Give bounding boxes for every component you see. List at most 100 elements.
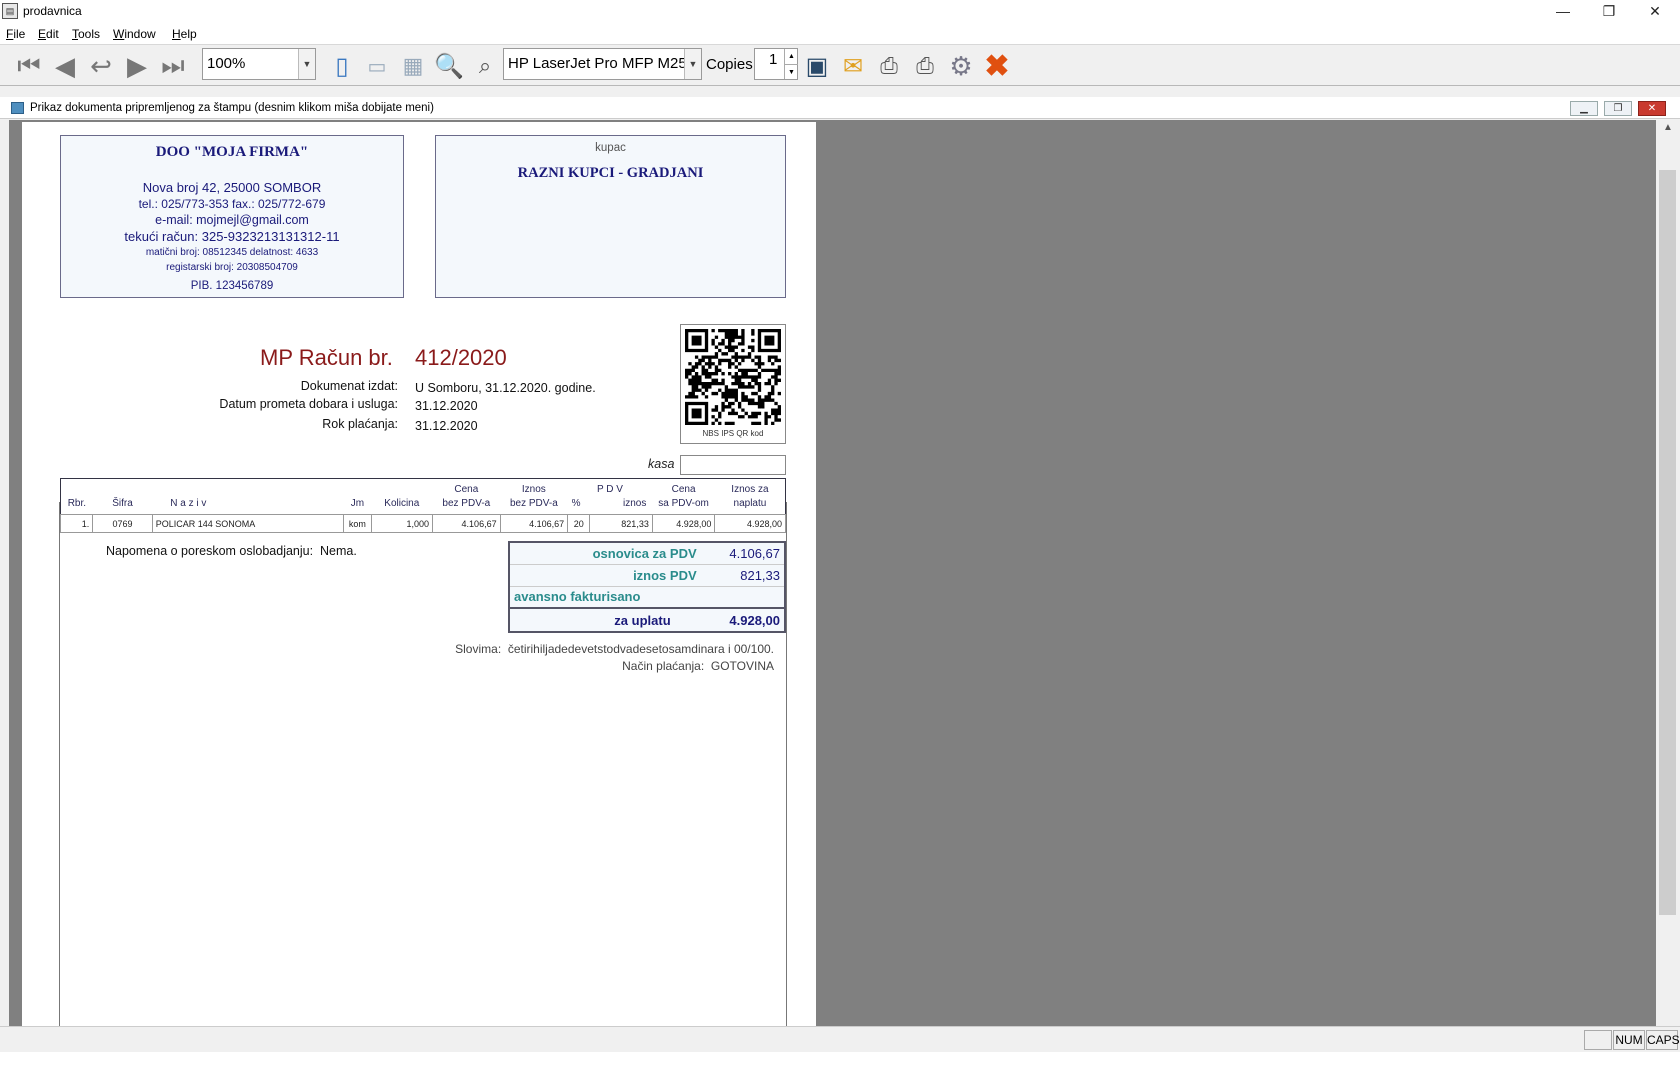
email-icon[interactable]: ✉ — [836, 49, 870, 83]
qr-code-icon — [685, 329, 781, 425]
cell-naziv: POLICAR 144 SONOMA — [151, 514, 345, 533]
kasa-label: kasa — [648, 457, 675, 471]
pdv-amount-value: 821,33 — [700, 564, 785, 587]
items-table: Rbr. Šifra N a z i v Jm Kolicina Cena bez… — [59, 478, 786, 533]
col-sifra: Šifra — [112, 498, 133, 509]
turnover-label: Datum prometa dobara i usluga: — [219, 397, 398, 411]
zoom-value: 100% — [207, 55, 246, 72]
zoom-icon[interactable]: 🔍 — [432, 49, 466, 83]
avans-label: avansno fakturisano — [509, 586, 701, 609]
col-pdv-iznos: iznos — [622, 498, 647, 509]
bottom-strip — [0, 1052, 1680, 1078]
document-icon — [11, 102, 24, 114]
single-page-icon[interactable]: ▯ — [325, 49, 359, 83]
next-page-icon[interactable]: ▶ — [120, 49, 154, 83]
mdi-minimize-button[interactable]: ▁ — [1570, 101, 1598, 116]
restore-button[interactable]: ❐ — [1586, 0, 1632, 24]
close-icon[interactable]: ✖ — [980, 49, 1014, 83]
due-label: Rok plaćanja: — [322, 417, 398, 431]
menu-tools[interactable]: Tools — [72, 27, 100, 41]
seller-pib: PIB. 123456789 — [190, 280, 274, 292]
copies-stepper[interactable]: 1 ▲ ▼ — [754, 48, 798, 80]
page-right-rule — [786, 502, 787, 1026]
app-icon: ▤ — [2, 3, 18, 19]
four-pages-icon[interactable]: ▦ — [396, 49, 430, 83]
copies-value: 1 — [769, 51, 778, 68]
menu-window[interactable]: Window — [113, 27, 156, 41]
invoice-number: 412/2020 — [415, 345, 507, 370]
cell-kolicina: 1,000 — [370, 514, 434, 533]
qr-caption: NBS IPS QR kod — [702, 429, 764, 438]
seller-account: tekući račun: 325-9323213131312-11 — [124, 229, 340, 244]
osnovica-label: osnovica za PDV — [509, 542, 701, 565]
print-setup-icon[interactable]: ⎙ — [872, 49, 906, 83]
two-pages-icon[interactable]: ▭ — [360, 49, 394, 83]
col-pdv-title: P D V — [597, 484, 623, 495]
mdi-close-button[interactable]: ✕ — [1638, 101, 1666, 116]
save-icon[interactable]: ▣ — [800, 49, 834, 83]
left-border — [0, 120, 9, 1026]
qr-finder-2 — [685, 401, 709, 425]
col-jm: Jm — [350, 498, 365, 509]
zoom-select[interactable]: 100% ▼ — [202, 48, 316, 80]
copies-label: Copies — [706, 56, 753, 73]
totals-box: osnovica za PDV 4.106,67 iznos PDV 821,33 … — [508, 541, 786, 633]
col-naplata-line1: Iznos za — [731, 484, 769, 495]
uplata-value: 4.928,00 — [700, 608, 785, 633]
osnovica-value: 4.106,67 — [700, 542, 785, 565]
cell-pdv-iznos: 821,33 — [589, 514, 653, 533]
page-left-rule — [59, 502, 60, 1026]
close-button[interactable]: ✕ — [1632, 0, 1678, 24]
kasa-field — [680, 455, 786, 475]
menu-file[interactable]: File — [6, 27, 25, 41]
document-window-title-bar: Prikaz dokumenta pripremljenog za štampu… — [0, 97, 1680, 119]
col-iznos-line1: Iznos — [521, 484, 546, 495]
mdi-restore-button[interactable]: ❐ — [1604, 101, 1632, 116]
last-page-icon[interactable]: ⏭ — [156, 49, 190, 83]
col-naplata-line2: naplatu — [733, 498, 767, 509]
col-kolicina: Kolicina — [384, 498, 420, 509]
seller-ids: matični broj: 08512345 delatnost: 4633 — [145, 247, 319, 258]
printer-select[interactable]: HP LaserJet Pro MFP M25- ▼ — [503, 48, 702, 80]
seller-box: DOO "MOJA FIRMA" Nova broj 42, 25000 SOM… — [60, 135, 404, 298]
nacin-label: Način plaćanja: — [622, 659, 705, 673]
chevron-down-icon: ▼ — [298, 49, 315, 79]
print-icon[interactable]: ⎙ — [908, 49, 942, 83]
table-row: 1. 0769 POLICAR 144 SONOMA kom 1,000 4.1… — [59, 514, 786, 533]
payment-method: Način plaćanja: GOTOVINA — [402, 659, 774, 673]
col-cena-line2: bez PDV-a — [442, 498, 491, 509]
document-window-title: Prikaz dokumenta pripremljenog za štampu… — [30, 102, 434, 114]
cell-rbr: 1. — [59, 514, 94, 533]
scrollbar-thumb[interactable] — [1659, 170, 1676, 915]
stepper-down-icon[interactable]: ▼ — [784, 64, 798, 79]
buyer-box: kupac RAZNI KUPCI - GRADJANI — [435, 135, 786, 298]
uplata-label: za uplatu — [509, 608, 701, 633]
col-rbr: Rbr. — [67, 498, 87, 509]
seller-register: registarski broj: 20308504709 — [166, 262, 298, 273]
back-icon[interactable]: ↩ — [84, 49, 118, 83]
cell-sifra: 0769 — [92, 514, 153, 533]
col-cena-pdv: Cena sa PDV-om — [652, 479, 715, 515]
menu-help[interactable]: Help — [172, 27, 197, 41]
nacin-value: GOTOVINA — [710, 659, 774, 673]
first-page-icon[interactable]: ⏮ — [12, 49, 46, 83]
menu-edit[interactable]: Edit — [38, 27, 59, 41]
menu-bar: File Edit Tools Window Help — [0, 24, 1680, 44]
cell-naplata: 4.928,00 — [714, 514, 786, 533]
previous-page-icon[interactable]: ◀ — [48, 49, 82, 83]
chevron-down-icon: ▼ — [684, 49, 701, 79]
seller-name: DOO "MOJA FIRMA" — [155, 144, 309, 160]
scroll-up-icon[interactable]: ▲ — [1656, 122, 1680, 140]
gear-icon[interactable]: ⚙ — [944, 49, 978, 83]
col-pdv-pct: % — [571, 498, 581, 509]
col-cena-pdv-line2: sa PDV-om — [658, 498, 709, 509]
avans-value — [700, 586, 785, 609]
status-blank — [1584, 1030, 1612, 1050]
cell-iznos: 4.106,67 — [499, 514, 569, 533]
page-zoom-icon[interactable]: ⌕ — [468, 49, 502, 83]
minimize-button[interactable]: — — [1540, 0, 1586, 24]
col-iznos: Iznos bez PDV-a — [500, 479, 568, 515]
stepper-up-icon[interactable]: ▲ — [784, 49, 798, 64]
cell-cena-pdv: 4.928,00 — [651, 514, 716, 533]
tax-note: Napomena o poreskom oslobadjanju: Nema. — [106, 544, 357, 558]
